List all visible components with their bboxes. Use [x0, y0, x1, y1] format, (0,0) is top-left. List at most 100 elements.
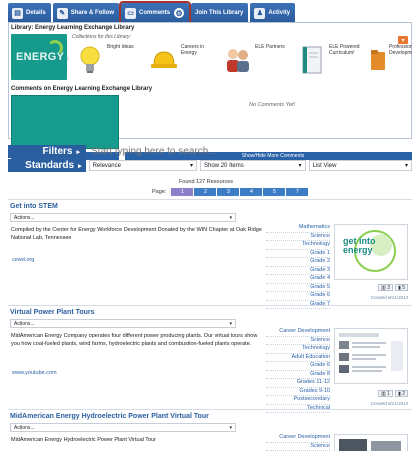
tab-label: Details — [26, 10, 46, 16]
library-panel: Library: Energy Learning Exchange Librar… — [8, 22, 412, 160]
tab-comments[interactable]: ▭ Comments ⚙ — [119, 1, 192, 25]
view-value: List View — [312, 162, 337, 169]
resource-link[interactable]: cewd.org — [12, 257, 34, 263]
page-button[interactable]: 3 — [217, 188, 240, 196]
standards-row: Standards ▸ Relevance ▾ Show 20 Items ▾ … — [8, 159, 412, 172]
comment-textarea[interactable] — [11, 95, 119, 149]
collection-label: Bright Ideas — [107, 44, 134, 50]
no-comments-text: No Comments Yet! — [249, 102, 296, 108]
collection-ele-partners[interactable]: ELE Partners — [223, 44, 293, 80]
collection-label: Professional Development — [389, 44, 412, 56]
tag-link[interactable]: Grade 6 — [266, 362, 330, 371]
page-button[interactable]: 7 — [286, 188, 309, 196]
page-button[interactable]: 4 — [240, 188, 263, 196]
settings-gear-icon[interactable]: ⚙ — [174, 8, 185, 18]
page-button[interactable]: 5 — [263, 188, 286, 196]
page-label: Page: — [152, 189, 167, 195]
tab-join-library[interactable]: Join This Library — [191, 3, 249, 23]
tag-link[interactable]: Technology — [266, 241, 330, 250]
resource-thumbnail[interactable] — [334, 328, 408, 384]
chevron-right-icon: ▸ — [76, 148, 80, 156]
folder-icon — [369, 44, 387, 76]
view-select[interactable]: List View ▾ — [308, 160, 412, 171]
tab-label: Share & Follow — [70, 10, 115, 16]
actions-label: Actions... — [14, 424, 35, 431]
resource-link[interactable]: www.youtube.com — [12, 370, 57, 376]
resource-description: Compiled by the Center for Energy Workfo… — [11, 227, 262, 241]
resource-description: MidAmerican Energy Hydroelectric Power P… — [11, 437, 156, 443]
library-tab-bar: ▤ Details ✎ Share & Follow ▭ Comments ⚙ … — [8, 1, 296, 25]
tag-link[interactable]: Science — [266, 233, 330, 241]
like-count-chip[interactable]: ▮ 5 — [395, 284, 408, 291]
search-row: Filters ▸ — [8, 145, 412, 158]
resource-tags: Career Development Science Technology Ad… — [266, 328, 330, 413]
like-count-chip[interactable]: ▮ 2 — [395, 390, 408, 397]
actions-select[interactable]: Actions... ▾ — [10, 213, 236, 222]
resource-thumbnail[interactable] — [334, 434, 408, 451]
resource-item: Get into STEM Actions... ▾ Compiled by t… — [8, 199, 412, 309]
resource-tags: Mathematics Science Technology Grade 1 G… — [266, 224, 330, 309]
collection-careers-in-energy[interactable]: Careers in Energy — [149, 44, 219, 80]
resource-title[interactable]: MidAmerican Energy Hydroelectric Power P… — [10, 413, 209, 420]
logo-text: ENERGY — [16, 51, 65, 63]
resource-stats: ▥ 3 ▮ 5 — [334, 284, 408, 291]
library-icon: ▥ — [381, 284, 386, 291]
library-count-chip[interactable]: ▥ 3 — [378, 284, 394, 291]
filters-toggle-button[interactable]: Filters ▸ — [8, 145, 86, 158]
tab-activity[interactable]: ♟ Activity — [250, 3, 296, 23]
library-logo: ENERGY — [11, 34, 67, 80]
tag-link[interactable]: Technology — [266, 345, 330, 354]
tag-link[interactable]: Grade 8 — [266, 371, 330, 379]
tag-link[interactable]: Mathematics — [266, 224, 330, 233]
tag-link[interactable]: Grades 9-10 — [266, 388, 330, 396]
collection-ele-powered-curriculum[interactable]: ELE Powered Curriculum! — [297, 44, 367, 80]
resource-description: MidAmerican Energy Company operates four… — [11, 333, 258, 347]
tab-share-follow[interactable]: ✎ Share & Follow — [52, 3, 120, 23]
tag-link[interactable]: Adult Education — [266, 354, 330, 362]
collection-label: ELE Partners — [255, 44, 285, 50]
actions-select[interactable]: Actions... ▾ — [10, 319, 236, 328]
tag-link[interactable]: Grade 5 — [266, 284, 330, 292]
page-button[interactable]: 1 — [171, 188, 194, 196]
sort-select[interactable]: Relevance ▾ — [88, 160, 198, 171]
collection-bright-ideas[interactable]: Bright Ideas — [75, 44, 145, 80]
tag-link[interactable]: Grade 4 — [266, 275, 330, 284]
chevron-down-icon: ▾ — [298, 163, 302, 169]
resource-title[interactable]: Get into STEM — [10, 203, 58, 210]
pagination: Page: 1 2 3 4 5 7 — [152, 187, 309, 197]
close-panel-icon[interactable]: ▾ — [398, 36, 408, 44]
chevron-down-icon: ▾ — [404, 163, 408, 169]
page-size-select[interactable]: Show 20 Items ▾ — [200, 160, 306, 171]
tag-link[interactable]: Grade 6 — [266, 292, 330, 301]
library-count: 3 — [387, 284, 391, 291]
tag-link[interactable]: Grades 11-12 — [266, 379, 330, 388]
collection-professional-development[interactable]: Professional Development — [369, 44, 412, 80]
chevron-left-icon[interactable]: ‹ — [66, 53, 69, 63]
actions-select[interactable]: Actions... ▾ — [10, 423, 236, 432]
page-size-value: Show 20 Items — [204, 162, 244, 169]
page-button[interactable]: 2 — [194, 188, 217, 196]
tag-link[interactable]: Career Development — [266, 328, 330, 337]
tag-link[interactable]: Science — [266, 443, 330, 451]
library-count-chip[interactable]: ▥ 1 — [378, 390, 394, 397]
tab-details[interactable]: ▤ Details — [8, 3, 51, 23]
library-icon: ▥ — [381, 390, 386, 397]
tag-link[interactable]: Grade 1 — [266, 250, 330, 258]
chevron-down-icon: ▾ — [229, 214, 232, 221]
tab-label: Join This Library — [195, 10, 244, 16]
search-input[interactable] — [89, 145, 412, 158]
library-count: 1 — [387, 390, 391, 397]
resource-thumbnail[interactable]: get into energy — [334, 224, 408, 280]
results-count: Found 127 Resources — [178, 179, 234, 185]
book-icon — [297, 44, 327, 76]
tag-link[interactable]: Grade 2 — [266, 258, 330, 267]
tag-link[interactable]: Career Development — [266, 434, 330, 443]
standards-label: Standards — [25, 160, 75, 171]
tag-link[interactable]: Postsecondary — [266, 396, 330, 405]
like-count: 5 — [402, 284, 405, 291]
tag-link[interactable]: Science — [266, 337, 330, 345]
tag-link[interactable]: Grade 3 — [266, 267, 330, 275]
resource-title[interactable]: Virtual Power Plant Tours — [10, 309, 95, 316]
standards-toggle-button[interactable]: Standards ▸ — [8, 159, 86, 172]
tab-label: Activity — [268, 10, 291, 16]
